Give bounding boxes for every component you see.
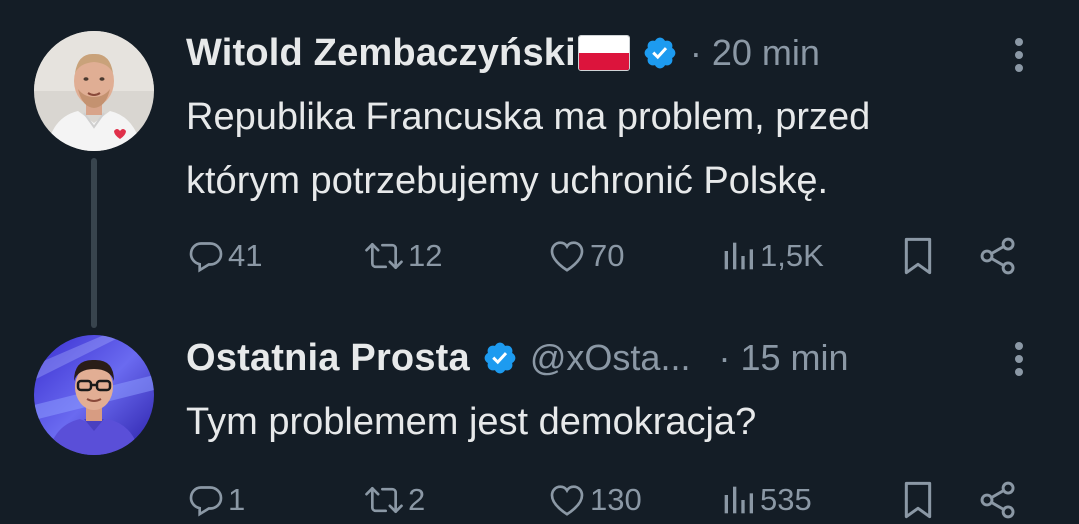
tweet-header: Ostatnia Prosta @xOsta... · 15 min (186, 333, 849, 383)
more-options-icon[interactable] (1014, 342, 1024, 382)
author-name[interactable]: Witold Zembaczyński (186, 32, 576, 75)
view-count: 535 (760, 482, 812, 517)
repost-button[interactable]: 12 (362, 231, 442, 281)
bookmark-button[interactable] (898, 231, 938, 281)
reply-count: 1 (228, 482, 246, 517)
reply-count: 41 (228, 238, 263, 273)
analytics-icon (718, 236, 758, 276)
tweet-actions: 1 2 130 535 (186, 475, 1036, 524)
timestamp[interactable]: · 20 min (690, 32, 820, 74)
tweet-text: Tym problemem jest demokracja? (186, 390, 1046, 454)
repost-count: 2 (408, 482, 426, 517)
repost-icon (362, 480, 406, 520)
view-count: 1,5K (760, 238, 824, 273)
share-icon (976, 234, 1020, 278)
reply-icon (186, 236, 226, 276)
repost-icon (362, 236, 406, 276)
tweet-text-line: Tym problemem jest demokracja? (186, 401, 757, 443)
tweet-actions: 41 12 70 1,5K (186, 231, 1036, 281)
reply-icon (186, 480, 226, 520)
reply-button[interactable]: 1 (186, 475, 245, 524)
views-button[interactable]: 535 (718, 475, 812, 524)
tweet-text: Republika Francuska ma problem, przed kt… (186, 85, 1046, 213)
bookmark-icon (898, 478, 938, 522)
analytics-icon (718, 480, 758, 520)
heart-icon (546, 236, 588, 276)
timestamp[interactable]: · 15 min (718, 337, 848, 379)
share-icon (976, 478, 1020, 522)
views-button[interactable]: 1,5K (718, 231, 824, 281)
like-button[interactable]: 130 (546, 475, 642, 524)
poland-flag-icon (577, 35, 630, 71)
like-count: 70 (590, 238, 625, 273)
verified-badge-icon[interactable] (642, 35, 678, 71)
heart-icon (546, 480, 588, 520)
tweet-header: Witold Zembaczyński · 20 min (186, 28, 820, 78)
share-button[interactable] (976, 475, 1020, 524)
avatar[interactable] (34, 335, 154, 455)
like-count: 130 (590, 482, 642, 517)
verified-badge-icon[interactable] (482, 340, 518, 376)
like-button[interactable]: 70 (546, 231, 624, 281)
avatar[interactable] (34, 31, 154, 151)
tweet-text-line: którym potrzebujemy uchronić Polskę. (186, 160, 829, 202)
bookmark-button[interactable] (898, 475, 938, 524)
more-options-icon[interactable] (1014, 38, 1024, 78)
author-name[interactable]: Ostatnia Prosta (186, 337, 470, 380)
share-button[interactable] (976, 231, 1020, 281)
bookmark-icon (898, 234, 938, 278)
thread-connector-line (91, 158, 97, 328)
repost-button[interactable]: 2 (362, 475, 425, 524)
tweet-text-line: Republika Francuska ma problem, przed (186, 96, 871, 138)
reply-button[interactable]: 41 (186, 231, 262, 281)
author-handle[interactable]: @xOsta... (530, 337, 691, 379)
repost-count: 12 (408, 238, 443, 273)
